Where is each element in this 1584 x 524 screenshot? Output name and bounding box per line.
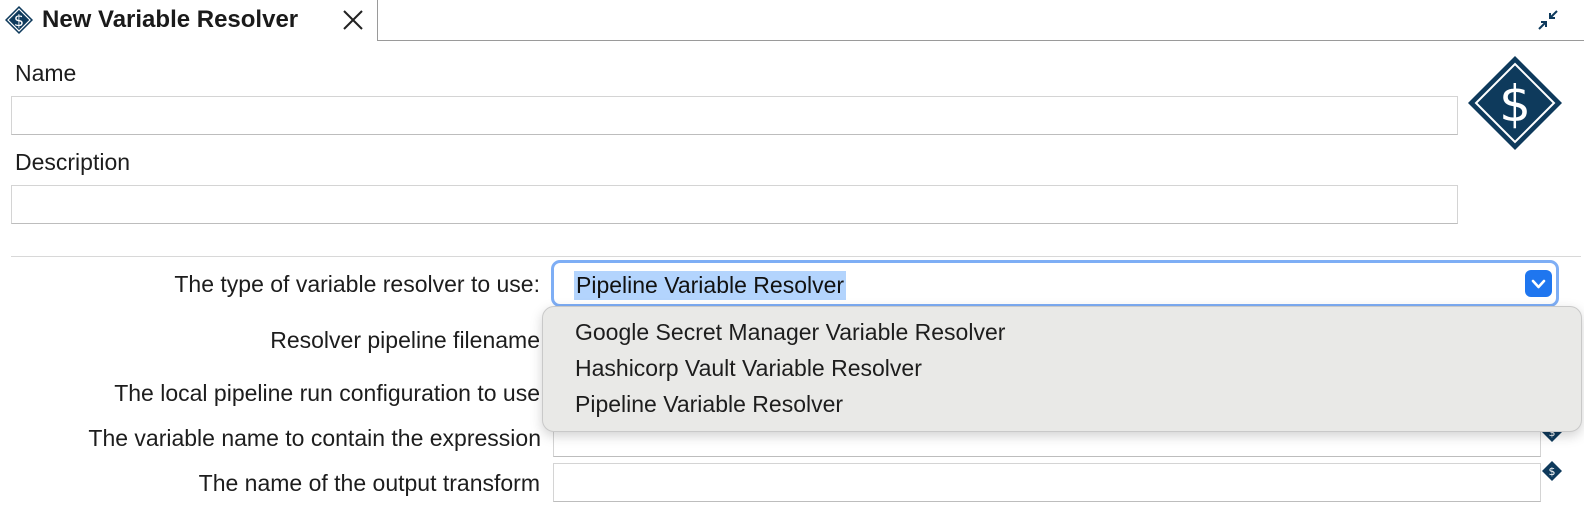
variable-name-label: The variable name to contain the express…: [88, 425, 541, 451]
dropdown-option-google-secret-manager[interactable]: Google Secret Manager Variable Resolver: [575, 319, 1005, 346]
run-config-label: The local pipeline run configuration to …: [114, 380, 540, 406]
name-label: Name: [15, 60, 77, 86]
tab-new-variable-resolver[interactable]: $ New Variable Resolver: [0, 0, 378, 41]
dropdown-option-pipeline[interactable]: Pipeline Variable Resolver: [575, 391, 843, 418]
resolver-type-select[interactable]: Pipeline Variable Resolver: [551, 260, 1559, 307]
resolver-type-dropdown-list: Google Secret Manager Variable Resolver …: [542, 306, 1582, 432]
variable-resolver-icon: $: [5, 6, 33, 34]
variable-resolver-logo-icon: $: [1468, 56, 1562, 150]
description-input[interactable]: [11, 185, 1458, 224]
description-label: Description: [15, 149, 131, 175]
svg-text:$: $: [1499, 75, 1531, 133]
section-divider: [11, 256, 1581, 257]
output-transform-input[interactable]: [553, 463, 1541, 502]
pipeline-filename-label: Resolver pipeline filename: [270, 327, 540, 353]
variable-resolver-editor: $ New Variable Resolver Name $ Descripti…: [0, 0, 1584, 524]
dropdown-toggle-button[interactable]: [1525, 270, 1552, 297]
svg-text:$: $: [14, 11, 24, 30]
resolver-type-label: The type of variable resolver to use:: [174, 271, 540, 297]
minimize-icon[interactable]: [1536, 8, 1560, 32]
resolver-type-selected-value: Pipeline Variable Resolver: [574, 271, 847, 300]
tab-title: New Variable Resolver: [42, 6, 299, 33]
chevron-down-icon: [1531, 279, 1546, 289]
tab-bar: $ New Variable Resolver: [0, 0, 1584, 41]
close-icon[interactable]: [340, 7, 366, 33]
svg-text:$: $: [1549, 465, 1556, 478]
dropdown-option-hashicorp-vault[interactable]: Hashicorp Vault Variable Resolver: [575, 355, 922, 382]
variable-icon[interactable]: $: [1541, 460, 1563, 482]
name-input[interactable]: [11, 96, 1458, 135]
output-transform-label: The name of the output transform: [198, 470, 540, 496]
